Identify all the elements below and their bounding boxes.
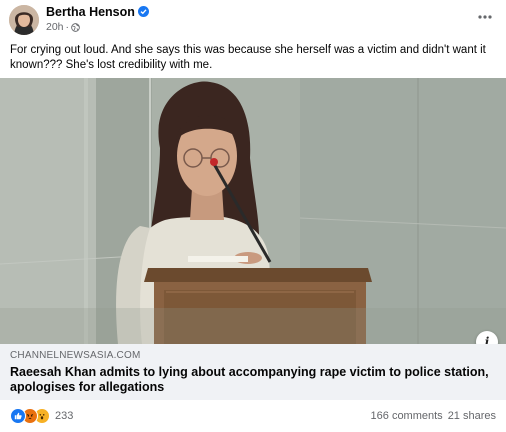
link-title[interactable]: Raeesah Khan admits to lying about accom… [10, 365, 496, 395]
post-image[interactable]: i [0, 78, 506, 344]
link-preview[interactable]: CHANNELNEWSASIA.COM Raeesah Khan admits … [0, 344, 506, 400]
reactions-summary[interactable]: 233 [10, 408, 73, 424]
author-name[interactable]: Bertha Henson [46, 5, 149, 19]
more-dots-icon [478, 15, 492, 19]
post-timestamp[interactable]: 20h [46, 21, 64, 33]
post-text: For crying out loud. And she says this w… [10, 44, 486, 71]
avatar[interactable] [9, 5, 39, 35]
post-header: Bertha Henson 20h · [0, 0, 506, 40]
engagement-stats: 166 comments 21 shares [371, 410, 496, 422]
reaction-count[interactable]: 233 [55, 410, 73, 422]
post-meta: 20h · [46, 21, 80, 33]
post-footer: 233 166 comments 21 shares [0, 404, 506, 430]
author-name-text[interactable]: Bertha Henson [46, 5, 135, 19]
shares-count[interactable]: 21 shares [448, 410, 496, 422]
link-domain: CHANNELNEWSASIA.COM [10, 350, 141, 361]
comments-count[interactable]: 166 comments [371, 410, 443, 422]
info-icon: i [484, 335, 490, 344]
like-icon [10, 408, 26, 424]
meta-separator: · [65, 21, 70, 33]
more-options-button[interactable] [474, 6, 496, 28]
verified-badge-icon [137, 6, 149, 17]
globe-icon[interactable] [71, 22, 80, 32]
facebook-post: Bertha Henson 20h · For crying out loud.… [0, 0, 506, 432]
